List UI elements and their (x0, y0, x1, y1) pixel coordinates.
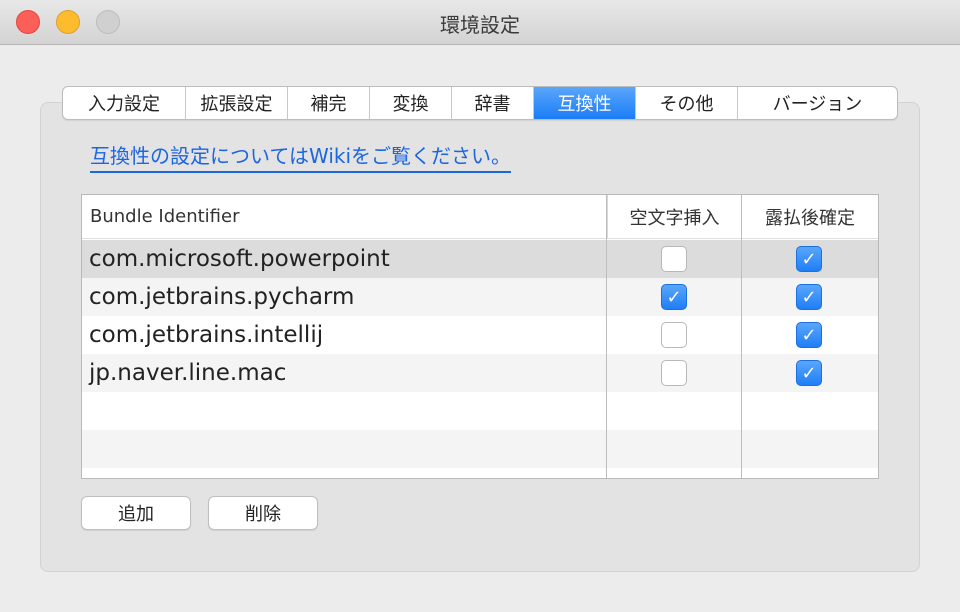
tab-input-settings[interactable]: 入力設定 (63, 87, 186, 119)
empty-row (82, 430, 878, 468)
table-row[interactable]: com.jetbrains.pycharm ✓ ✓ (82, 278, 878, 316)
checkmark-icon: ✓ (801, 286, 817, 308)
table-row[interactable]: jp.naver.line.mac ✓ (82, 354, 878, 392)
checkmark-icon: ✓ (801, 248, 817, 270)
expose-confirm-checkbox[interactable]: ✓ (796, 246, 822, 272)
bundle-identifier-cell: com.microsoft.powerpoint (89, 246, 390, 272)
empty-char-checkbox[interactable] (661, 360, 687, 386)
bundle-identifier-cell: jp.naver.line.mac (89, 360, 287, 386)
expose-confirm-checkbox[interactable]: ✓ (796, 360, 822, 386)
tab-dictionary[interactable]: 辞書 (452, 87, 534, 119)
tab-other[interactable]: その他 (636, 87, 738, 119)
checkmark-icon: ✓ (666, 286, 682, 308)
empty-char-checkbox[interactable] (661, 322, 687, 348)
checkmark-icon: ✓ (801, 324, 817, 346)
tab-conversion[interactable]: 変換 (370, 87, 452, 119)
expose-confirm-checkbox[interactable]: ✓ (796, 322, 822, 348)
column-divider (606, 195, 607, 478)
bundle-identifier-cell: com.jetbrains.intellij (89, 322, 324, 348)
table-row[interactable]: com.jetbrains.intellij ✓ (82, 316, 878, 354)
title-bar: 環境設定 (0, 0, 960, 45)
empty-char-checkbox[interactable]: ✓ (661, 284, 687, 310)
compatibility-table: Bundle Identifier 空文字挿入 露払後確定 com.micros… (81, 194, 879, 479)
table-header: Bundle Identifier 空文字挿入 露払後確定 (82, 195, 878, 239)
wiki-link[interactable]: 互換性の設定についてはWikiをご覧ください。 (90, 140, 512, 173)
tab-compatibility[interactable]: 互換性 (534, 87, 636, 119)
table-row[interactable]: com.microsoft.powerpoint ✓ (82, 240, 878, 278)
column-header-expose-confirm[interactable]: 露払後確定 (741, 195, 878, 238)
preferences-window: 環境設定 入力設定 拡張設定 補完 変換 辞書 互換性 その他 バージョン 互換… (0, 0, 960, 612)
bundle-identifier-cell: com.jetbrains.pycharm (89, 284, 355, 310)
column-divider (741, 195, 742, 478)
checkmark-icon: ✓ (801, 362, 817, 384)
column-header-bundle-identifier[interactable]: Bundle Identifier (90, 195, 606, 238)
delete-button[interactable]: 削除 (208, 496, 318, 530)
add-button[interactable]: 追加 (81, 496, 191, 530)
empty-row (82, 392, 878, 430)
empty-row (82, 468, 878, 478)
window-title: 環境設定 (440, 13, 520, 37)
tab-extension-settings[interactable]: 拡張設定 (186, 87, 288, 119)
tab-completion[interactable]: 補完 (288, 87, 370, 119)
column-header-empty-char[interactable]: 空文字挿入 (607, 195, 741, 238)
empty-char-checkbox[interactable] (661, 246, 687, 272)
expose-confirm-checkbox[interactable]: ✓ (796, 284, 822, 310)
tab-version[interactable]: バージョン (738, 87, 897, 119)
tab-bar: 入力設定 拡張設定 補完 変換 辞書 互換性 その他 バージョン (62, 86, 898, 120)
